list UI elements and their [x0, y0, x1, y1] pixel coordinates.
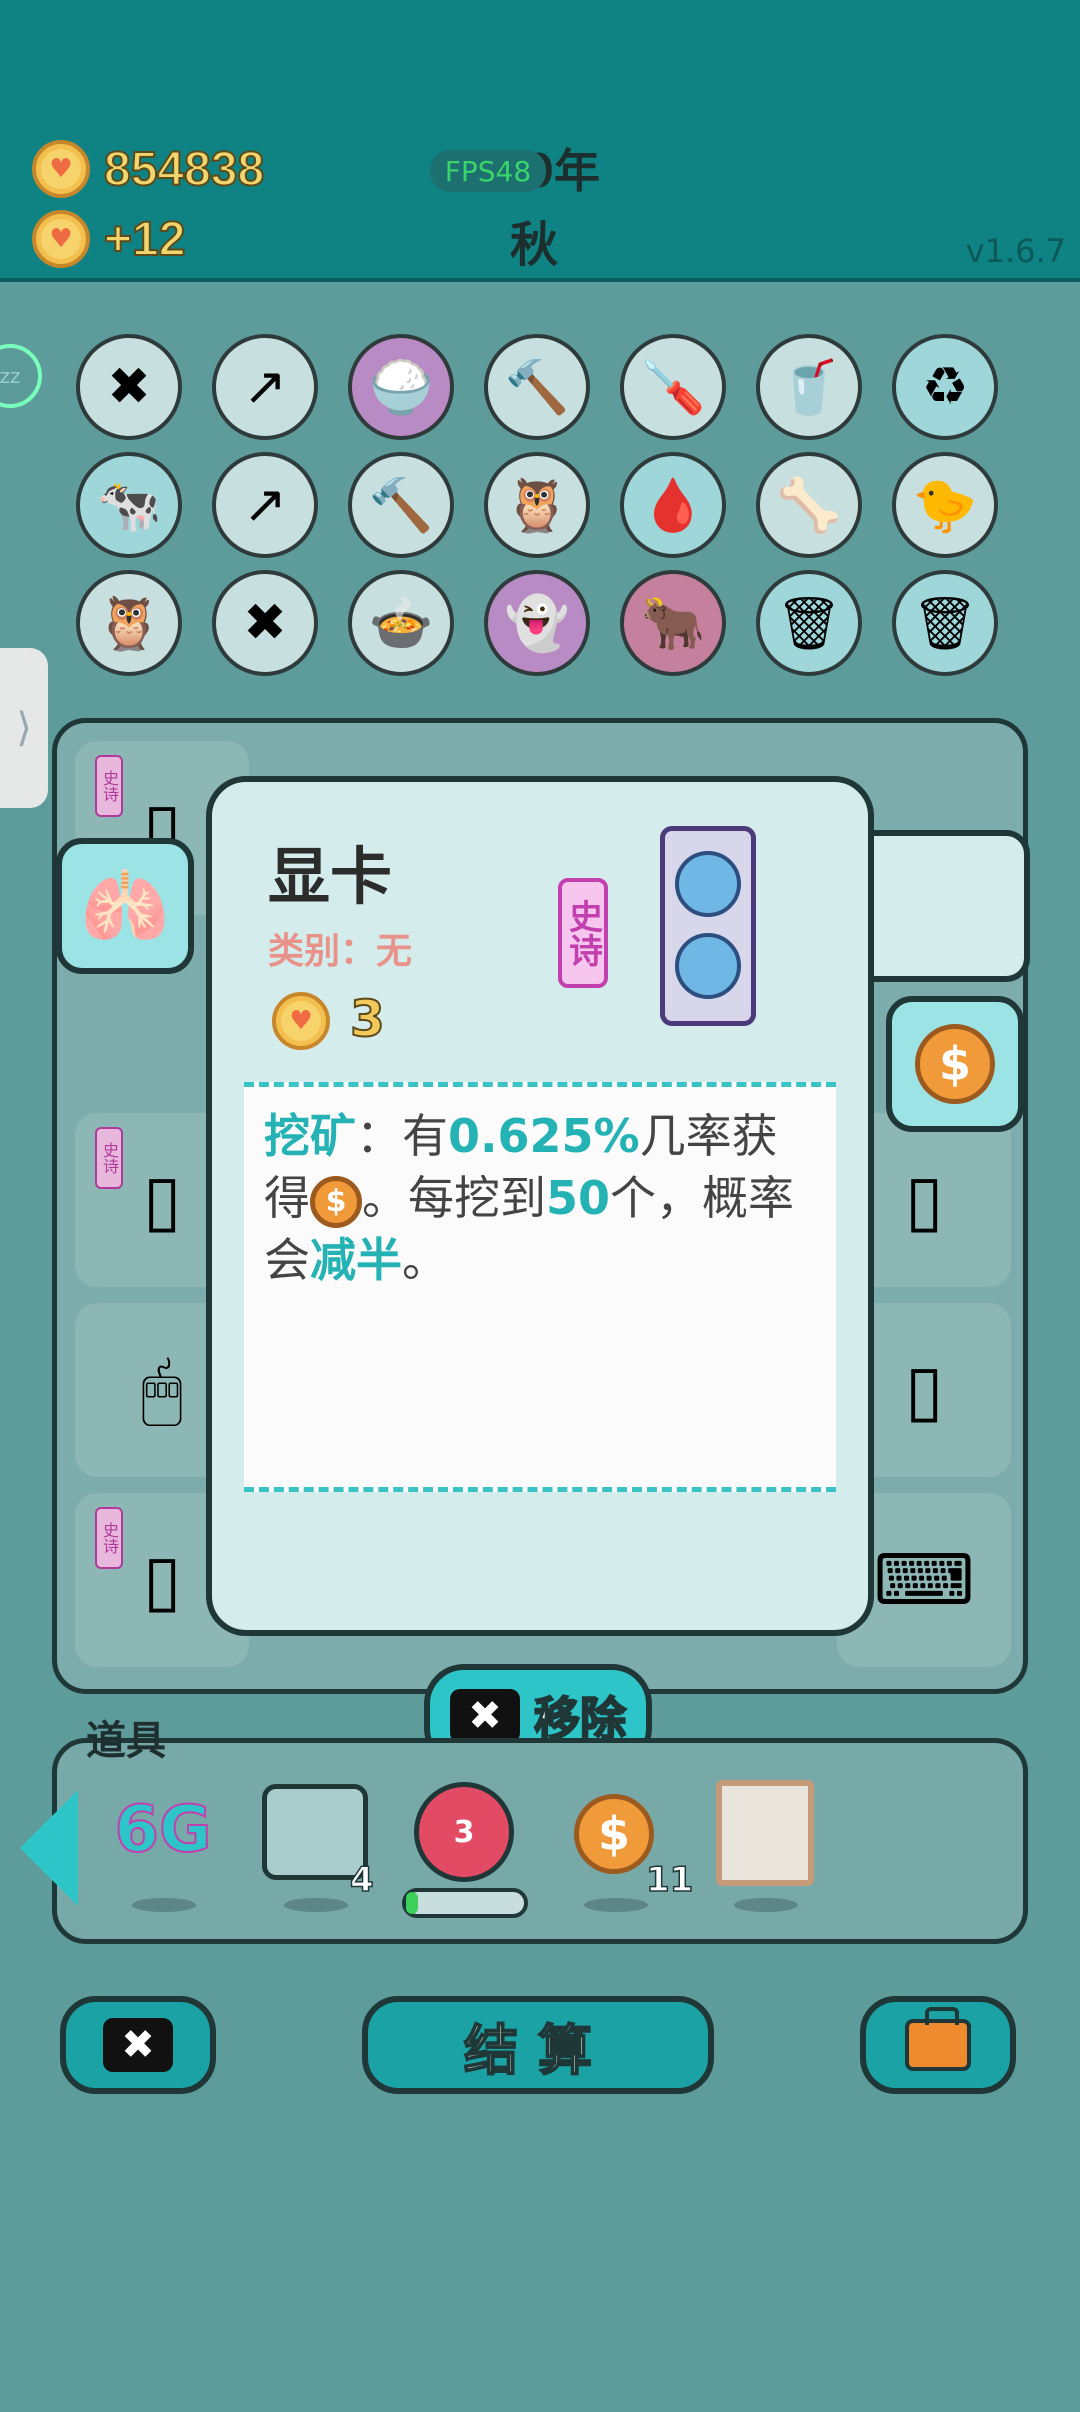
- desc-rate: 0.625%: [448, 1109, 640, 1163]
- card-price: 3: [349, 989, 386, 1049]
- coin-icon: ♥: [272, 992, 330, 1050]
- prop-shadow: [734, 1898, 798, 1912]
- prop-shadow: [284, 1898, 348, 1912]
- dollar-coin-icon: $: [310, 1175, 362, 1228]
- liver-button[interactable]: 🫁: [56, 838, 194, 974]
- arrow-left-icon[interactable]: [20, 1790, 78, 1906]
- coin-button[interactable]: $: [886, 996, 1024, 1132]
- owl-pair-icon[interactable]: 🦉: [76, 570, 182, 676]
- coin-counter: ♥ 854838: [32, 140, 265, 198]
- milk-tea-icon[interactable]: 🥤: [756, 334, 862, 440]
- desc-text: ：有: [356, 1109, 448, 1163]
- income-value: +12: [103, 212, 186, 267]
- desc-keyword: 减半: [310, 1233, 402, 1287]
- cow-pair-icon[interactable]: 🐄: [76, 452, 182, 558]
- desc-text: 。每挖到: [362, 1171, 546, 1225]
- recycle-bag-icon[interactable]: ♻: [892, 334, 998, 440]
- hammer-icon[interactable]: 🔨: [484, 334, 590, 440]
- card-description: 挖矿：有0.625%几率获得 $ 。每挖到50个，概率会减半。: [244, 1082, 836, 1492]
- screwdriver-icon[interactable]: 🪛: [620, 334, 726, 440]
- props-title: 道具: [86, 1718, 166, 1764]
- item-detail-card: 显卡 类别：无 ♥ 3 史诗 挖矿：有0.625%几率获得 $ 。每挖到50个，概率…: [206, 776, 874, 1636]
- version-label: v1.6.7: [965, 232, 1066, 270]
- epic-tag: 史诗: [95, 1507, 123, 1569]
- top-bar: ♥ 854838 ♥ +12 50年 FPS48 秋 v1.6.7: [0, 0, 1080, 282]
- inventory-button[interactable]: [860, 1996, 1016, 2094]
- trash-bag-icon[interactable]: 🗑: [756, 570, 862, 676]
- dollar-coin-icon: $: [915, 1024, 995, 1104]
- trash-bag-icon[interactable]: 🗑: [892, 570, 998, 676]
- prop-6g[interactable]: 6G: [108, 1780, 218, 1880]
- card-title: 显卡: [268, 840, 393, 913]
- remove-ticket-icon[interactable]: ✖: [76, 334, 182, 440]
- prop-frame[interactable]: [716, 1780, 814, 1886]
- ghost-icon[interactable]: 👻: [484, 570, 590, 676]
- remove-ticket-icon: ✖: [450, 1689, 520, 1743]
- owl-pair-icon[interactable]: 🦉: [484, 452, 590, 558]
- cooking-pot-icon[interactable]: 🍲: [348, 570, 454, 676]
- rarity-badge: 史诗: [558, 878, 608, 988]
- prop-count: 11: [645, 1859, 694, 1901]
- prop-target[interactable]: 3: [414, 1782, 514, 1882]
- coin-icon: ♥: [32, 140, 90, 198]
- desc-count: 50: [546, 1171, 611, 1225]
- reroll-icon[interactable]: ↗: [212, 334, 318, 440]
- hammer-icon[interactable]: 🔨: [348, 452, 454, 558]
- liver-icon: 🫁: [80, 863, 170, 948]
- chick-egg-icon[interactable]: 🐤: [892, 452, 998, 558]
- season-label: 秋: [510, 217, 559, 273]
- briefcase-icon: [905, 2007, 971, 2071]
- dollar-coin-icon[interactable]: $: [574, 1794, 654, 1874]
- epic-tag: 史诗: [95, 1127, 123, 1189]
- remove-mode-button[interactable]: ✖: [60, 1996, 216, 2094]
- pet-bowl-icon[interactable]: 🦴: [756, 452, 862, 558]
- coin-total: 854838: [103, 142, 265, 197]
- card-category: 类别：无: [268, 931, 413, 972]
- income-counter: ♥ +12: [32, 210, 186, 268]
- side-drawer-handle[interactable]: ⟩: [0, 648, 48, 808]
- fps-indicator: FPS48: [430, 150, 546, 192]
- blood-bag-icon[interactable]: 🩸: [620, 452, 726, 558]
- settle-button[interactable]: 结算: [362, 1996, 714, 2094]
- remove-ticket-icon: ✖: [103, 2018, 173, 2072]
- remove-ticket-icon[interactable]: ✖: [212, 570, 318, 676]
- graphics-card-icon: [660, 826, 756, 1026]
- prop-progress-bar: [402, 1888, 528, 1918]
- desc-text: 。: [402, 1233, 448, 1287]
- ox-card-icon[interactable]: 🐂: [620, 570, 726, 676]
- coin-icon: ♥: [32, 210, 90, 268]
- rice-bowl-icon[interactable]: 🍚: [348, 334, 454, 440]
- prop-shadow: [584, 1898, 648, 1912]
- reroll-icon[interactable]: ↗: [212, 452, 318, 558]
- prop-shadow: [132, 1898, 196, 1912]
- desc-keyword: 挖矿: [264, 1109, 356, 1163]
- epic-tag: 史诗: [95, 755, 123, 817]
- settle-label: 结算: [463, 2018, 612, 2083]
- prop-count: 4: [349, 1859, 374, 1901]
